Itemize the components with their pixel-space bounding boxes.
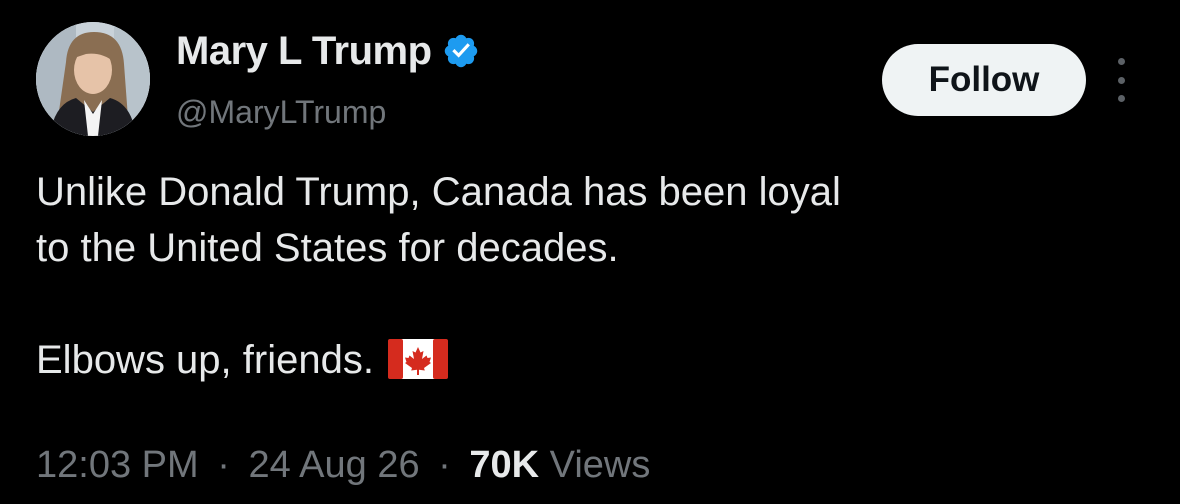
- avatar-photo: [36, 22, 150, 136]
- tweet-time[interactable]: 12:03 PM: [36, 444, 199, 486]
- author-name-row: Mary L Trump: [176, 26, 480, 76]
- views-label: Views: [549, 444, 651, 486]
- views-count: 70K: [469, 444, 540, 486]
- tweet-text-line: Elbows up, friends.: [36, 338, 374, 382]
- tweet-text: Unlike Donald Trump, Canada has been loy…: [36, 164, 1146, 388]
- more-dot: [1117, 95, 1125, 102]
- author-handle[interactable]: @MaryLTrump: [176, 92, 386, 132]
- meta-separator: ·: [438, 444, 451, 486]
- tweet-text-line: to the United States for decades.: [36, 226, 619, 270]
- follow-button[interactable]: Follow: [882, 44, 1086, 116]
- meta-separator: ·: [217, 444, 230, 486]
- avatar[interactable]: [36, 22, 150, 136]
- tweet-date[interactable]: 24 Aug 26: [248, 444, 419, 486]
- verified-badge-icon: [442, 32, 480, 70]
- tweet-text-line: Unlike Donald Trump, Canada has been loy…: [36, 170, 841, 214]
- author-display-name[interactable]: Mary L Trump: [176, 26, 432, 76]
- tweet-meta: 12:03 PM · 24 Aug 26 · 70K Views: [36, 440, 650, 490]
- tweet-text-line-emoji: Elbows up, friends.: [36, 332, 1146, 388]
- more-dot: [1117, 58, 1125, 65]
- more-dot: [1117, 76, 1125, 84]
- more-vertical-icon[interactable]: [1108, 58, 1134, 102]
- tweet-card: Mary L Trump @MaryLTrump Follow Unlike D…: [0, 0, 1180, 504]
- canada-flag-icon: [387, 338, 448, 379]
